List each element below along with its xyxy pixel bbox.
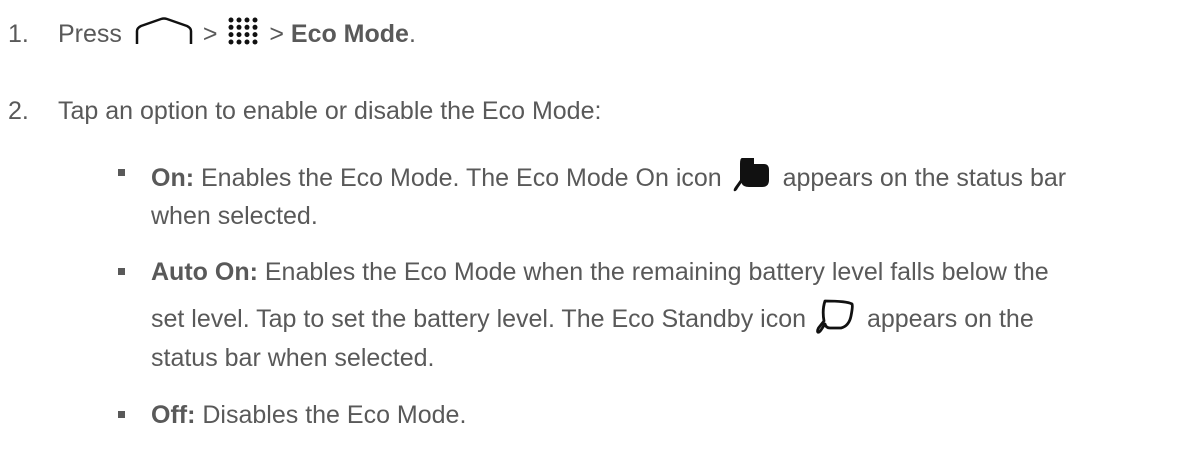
option-off-label: Off:: [151, 401, 196, 429]
option-auto-on-desc2-after: appears on the: [866, 305, 1034, 334]
option-off-line: Off: Disables the Eco Mode.: [151, 398, 466, 432]
step-2-text: Tap an option to enable or disable the E…: [58, 97, 602, 125]
option-on-desc-after: appears on the status bar: [782, 164, 1067, 193]
option-auto-on-line2: set level. Tap to set the battery level.…: [151, 298, 1034, 343]
step-1-text: Press > > Eco Mode.: [58, 17, 416, 54]
step-1-press: Press: [58, 20, 122, 49]
bullet: [118, 169, 125, 176]
option-off-desc: Disables the Eco Mode.: [202, 401, 467, 429]
home-icon: [135, 17, 193, 54]
step-number: 1.: [8, 20, 29, 48]
step-1-eco-mode: Eco Mode: [290, 20, 409, 49]
option-on-line2: when selected.: [151, 202, 318, 230]
option-auto-on-line1: Auto On: Enables the Eco Mode when the r…: [151, 255, 1049, 289]
step-number: 2.: [8, 97, 29, 125]
eco-standby-icon: [816, 298, 856, 343]
bullet: [118, 411, 125, 418]
step-1-sep2: >: [269, 20, 284, 49]
option-auto-on-desc2: set level. Tap to set the battery level.…: [151, 305, 807, 334]
apps-grid-icon: [228, 17, 258, 54]
option-auto-on-label: Auto On:: [151, 258, 258, 286]
step-1-period: .: [408, 20, 416, 49]
bullet: [118, 268, 125, 275]
option-auto-on-desc: Enables the Eco Mode when the remaining …: [264, 258, 1049, 286]
eco-mode-on-icon: [732, 156, 772, 203]
option-on-desc: Enables the Eco Mode. The Eco Mode On ic…: [201, 164, 722, 193]
option-on-label: On:: [151, 164, 195, 193]
option-on-line1: On: Enables the Eco Mode. The Eco Mode O…: [151, 156, 1066, 203]
option-auto-on-line3: status bar when selected.: [151, 344, 435, 372]
step-1-sep1: >: [202, 20, 218, 49]
